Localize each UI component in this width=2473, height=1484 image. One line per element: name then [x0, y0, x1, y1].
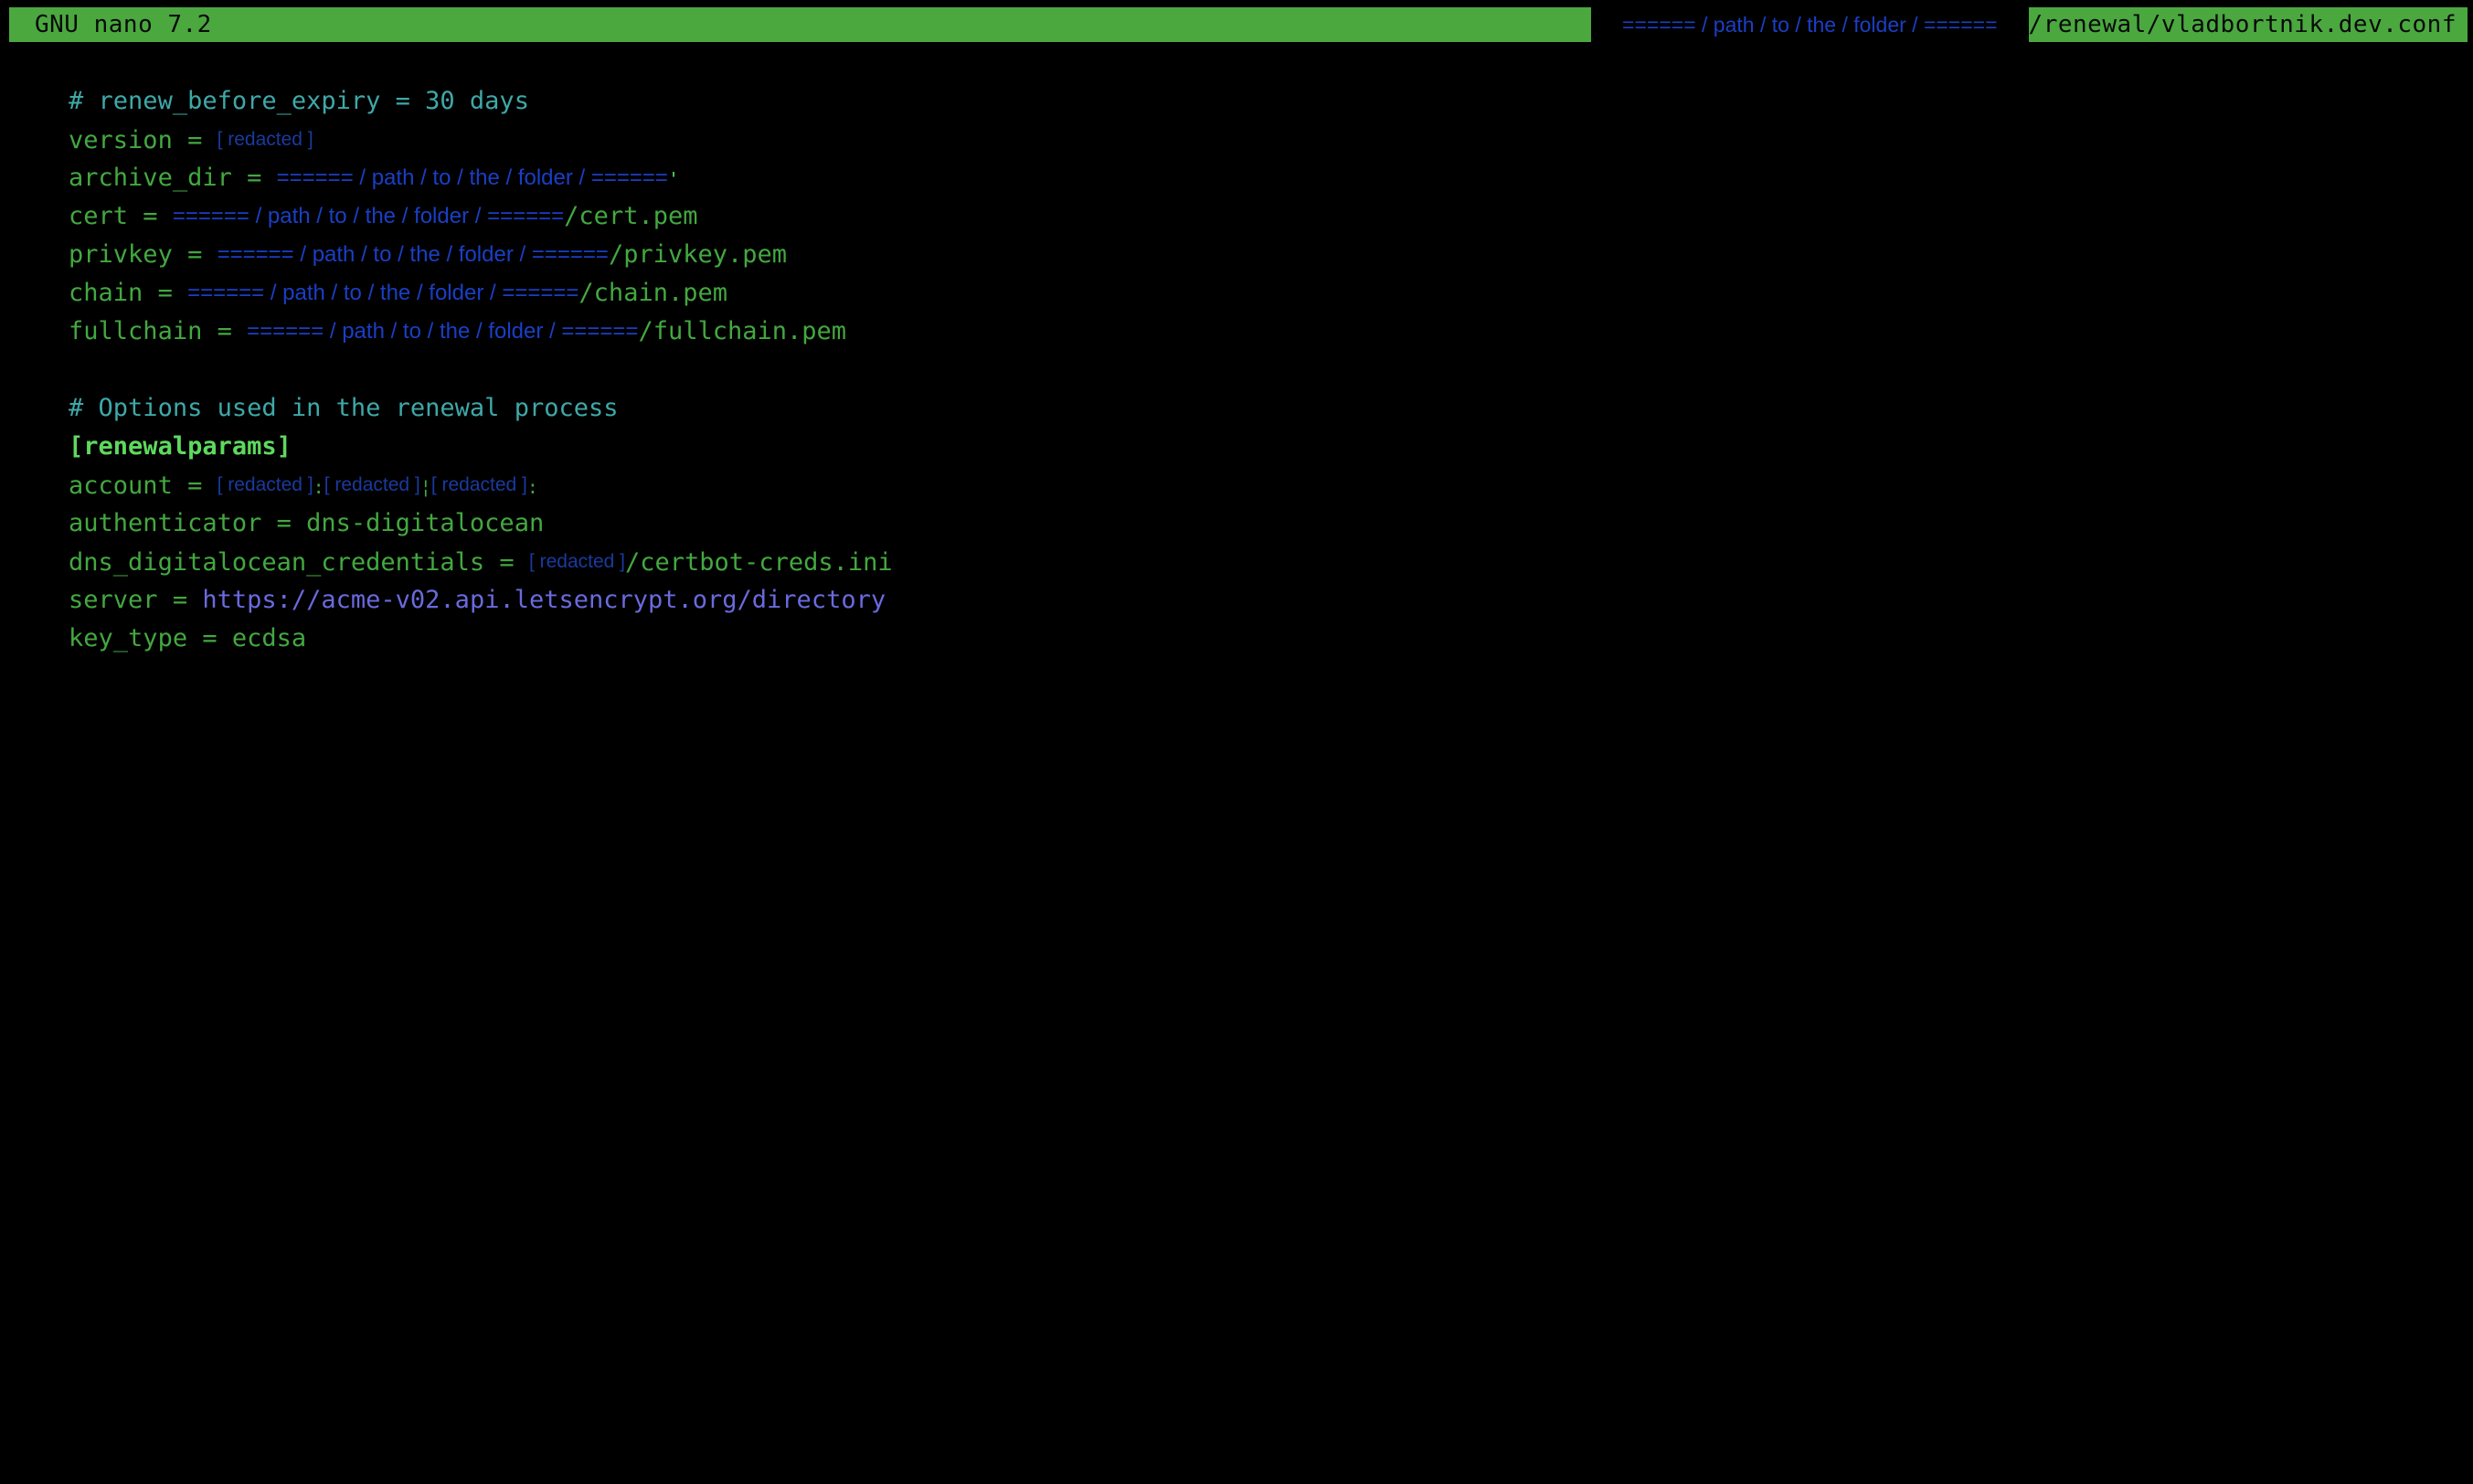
editor-line: # renew_before_expiry = 30 days [0, 44, 2473, 82]
config-key: dns_digitalocean_credentials = [69, 548, 529, 577]
redacted-token: [ redacted ] [218, 129, 313, 150]
config-key: cert = [69, 202, 173, 230]
config-value-suffix: /chain.pem [578, 279, 727, 307]
redacted-path-token: ====== / path / to / the / folder / ====… [187, 281, 578, 305]
config-value-suffix: /privkey.pem [609, 240, 787, 269]
redacted-path-token: ====== / path / to / the / folder / ====… [173, 204, 564, 228]
config-value-suffix: /certbot-creds.ini [625, 548, 893, 577]
config-line-text: key_type = ecdsa [69, 624, 306, 652]
redaction-trailing: : [527, 476, 538, 498]
config-key: account = [69, 472, 218, 500]
config-key: fullchain = [69, 317, 247, 345]
redacted-token: [ redacted ] [431, 474, 527, 495]
config-key: archive_dir = [69, 164, 277, 192]
editor-line: # Options used in the renewal process [0, 351, 2473, 389]
config-value-suffix: ' [668, 168, 679, 190]
config-key: server = [69, 586, 202, 614]
config-value-suffix: /fullchain.pem [638, 317, 846, 345]
config-value-suffix: /cert.pem [564, 202, 697, 230]
redaction-separator: ¦ [420, 476, 431, 498]
config-key: privkey = [69, 240, 218, 269]
editor-line: archive_dir = ====== / path / to / the /… [0, 121, 2473, 159]
redacted-path-token: ====== / path / to / the / folder / ====… [247, 319, 638, 344]
comment-text: # renew_before_expiry = 30 days [69, 87, 529, 115]
config-line-text: authenticator = dns-digitalocean [69, 509, 544, 537]
redacted-token: [ redacted ] [218, 474, 313, 495]
editor-line: account = [ redacted ]:[ redacted ]¦[ re… [0, 428, 2473, 466]
redacted-token: [ redacted ] [324, 474, 420, 495]
config-key: version = [69, 126, 218, 154]
nano-app-version: GNU nano 7.2 [9, 11, 212, 38]
ini-section-header: [renewalparams] [69, 432, 292, 461]
nano-title-bar: GNU nano 7.2 ====== / path / to / the / … [9, 7, 2468, 42]
comment-text: # Options used in the renewal process [69, 394, 618, 422]
open-file-path: /renewal/vladbortnik.dev.conf [2029, 11, 2468, 38]
redacted-path-token: ====== / path / to / the / folder / ====… [218, 242, 609, 267]
config-key: chain = [69, 279, 187, 307]
redacted-token: [ redacted ] [529, 551, 625, 572]
redacted-path-chip-title: ====== / path / to / the / folder / ====… [1591, 7, 2029, 42]
nano-editor-buffer[interactable]: # renew_before_expiry = 30 days version … [0, 44, 2473, 1484]
server-url: https://acme-v02.api.letsencrypt.org/dir… [202, 586, 886, 614]
redacted-path-token: ====== / path / to / the / folder / ====… [277, 165, 668, 190]
redaction-separator: : [313, 476, 324, 498]
